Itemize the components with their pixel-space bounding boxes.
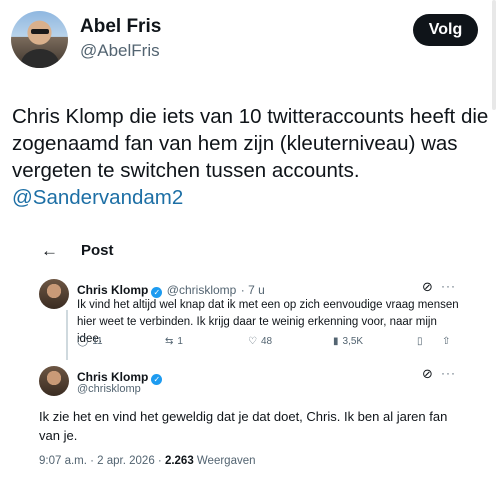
- tweet-text: Chris Klomp die iets van 10 twitteraccou…: [12, 105, 489, 182]
- reply-time: · 7 u: [240, 283, 265, 297]
- repost-icon: ⇆: [165, 336, 174, 347]
- mention-link[interactable]: @Sandervandam2: [12, 186, 183, 209]
- main-meta: 9:07 a.m. · 2 apr. 2026 · 2.263 Weergave…: [39, 455, 256, 467]
- author-avatar[interactable]: [11, 11, 68, 68]
- tweet-body: Chris Klomp die iets van 10 twitteraccou…: [12, 103, 490, 211]
- avatar-shirt: [21, 49, 59, 68]
- reply-author-name[interactable]: Chris Klomp: [77, 283, 148, 297]
- post-title: Post: [81, 242, 114, 259]
- main-author-name[interactable]: Chris Klomp: [77, 370, 148, 384]
- main-avatar[interactable]: [39, 366, 69, 396]
- tweet-header: Abel Fris @AbelFris Volg: [0, 0, 499, 110]
- comment-icon: ◯: [77, 336, 89, 347]
- embedded-screenshot: ← Post Chris Klomp ✓ @chrisklomp · 7 u ⊘ …: [26, 232, 473, 487]
- reply-actions: ◯ 11 ⇆ 1 ♡ 48 ▮ 3,5K ▯ ⇧: [77, 336, 462, 350]
- back-arrow-icon[interactable]: ←: [41, 241, 58, 261]
- grok-icon[interactable]: ⊘: [422, 366, 433, 382]
- bookmark-action[interactable]: ▯: [417, 336, 423, 347]
- views-total: 2.263: [164, 455, 194, 467]
- like-count: 48: [260, 336, 273, 347]
- repost-action[interactable]: ⇆ 1: [165, 336, 183, 347]
- author-handle[interactable]: @AbelFris: [80, 41, 160, 61]
- heart-icon: ♡: [248, 336, 257, 347]
- grok-icon[interactable]: ⊘: [422, 279, 433, 295]
- views-label: Weergaven: [193, 455, 256, 467]
- more-options-icon[interactable]: ···: [441, 279, 456, 293]
- avatar-glasses: [31, 29, 49, 34]
- post-timestamp[interactable]: 9:07 a.m. · 2 apr. 2026 ·: [39, 455, 165, 467]
- verified-icon: ✓: [151, 374, 163, 385]
- views-count: 3,5K: [342, 336, 364, 347]
- share-icon: ⇧: [442, 336, 451, 347]
- reply-avatar[interactable]: [39, 279, 69, 309]
- reply-count: 11: [92, 336, 103, 347]
- bar-chart-icon: ▮: [333, 336, 339, 347]
- views-action[interactable]: ▮ 3,5K: [333, 336, 363, 347]
- main-author-handle[interactable]: @chrisklomp: [77, 383, 141, 395]
- follow-button[interactable]: Volg: [413, 14, 478, 46]
- scrollbar[interactable]: [492, 0, 496, 110]
- author-name[interactable]: Abel Fris: [80, 16, 161, 38]
- more-options-icon[interactable]: ···: [441, 366, 456, 380]
- bookmark-icon: ▯: [417, 336, 423, 347]
- repost-count: 1: [177, 336, 183, 347]
- reply-action[interactable]: ◯ 11: [77, 336, 103, 347]
- like-action[interactable]: ♡ 48: [248, 336, 272, 347]
- main-text: Ik zie het en vind het geweldig dat je d…: [39, 409, 448, 443]
- reply-author-handle[interactable]: @chrisklomp: [167, 283, 237, 297]
- share-action[interactable]: ⇧: [442, 336, 450, 347]
- thread-line: [66, 310, 68, 360]
